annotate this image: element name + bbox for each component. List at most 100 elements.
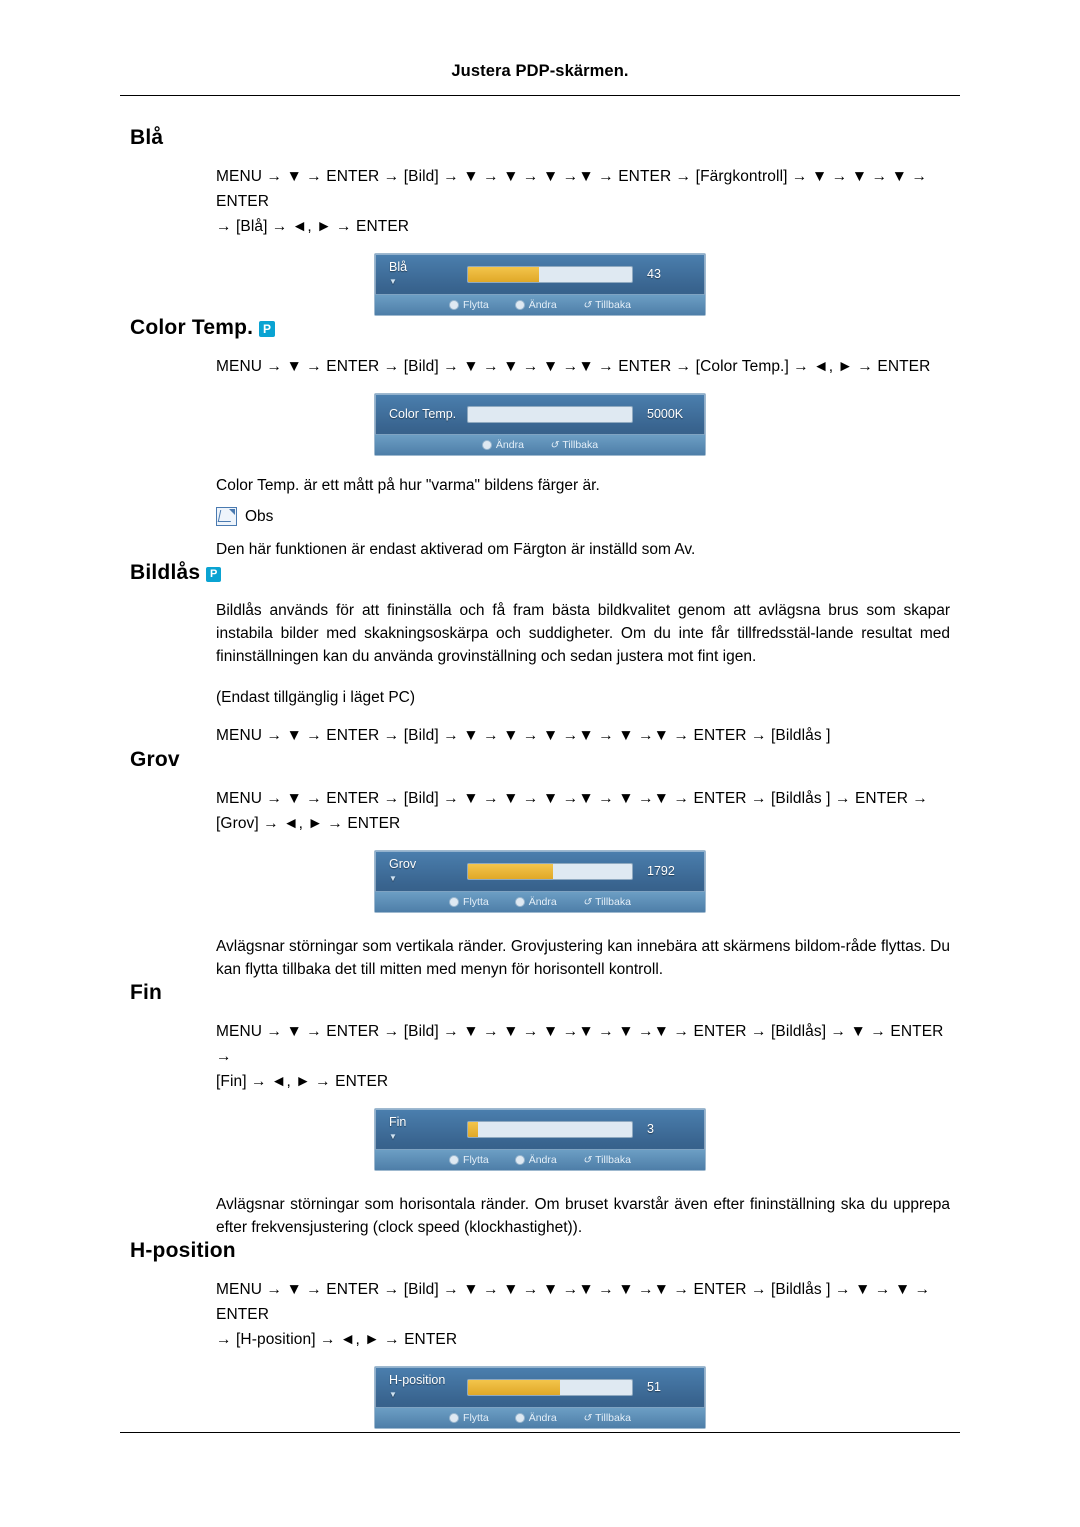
osd-panel-bla: Blå ▼ 43 Flytta Ändra ↺ Tillbaka [374, 253, 706, 316]
osd-footer-grov: Flytta Ändra ↺ Tillbaka [375, 891, 705, 912]
move-icon [449, 1413, 460, 1423]
osd-footer-bla: Flytta Ändra ↺ Tillbaka [375, 294, 705, 315]
osd-label-bla: Blå ▼ [389, 259, 467, 288]
osd-hint-change-color-temp: Ändra [481, 439, 524, 451]
osd-fin: Fin ▼ 3 Flytta Ändra ↺ Tillbaka [120, 1108, 960, 1171]
osd-slider-fill-fin [468, 1121, 478, 1137]
pc-badge-icon: P [259, 321, 276, 337]
osd-label-text-h-position: H-position [389, 1372, 446, 1387]
note-label: Obs [245, 507, 274, 525]
osd-hint-return-color-temp: ↺ Tillbaka [550, 439, 598, 451]
osd-row-grov: Grov ▼ 1792 [375, 851, 705, 891]
return-icon: ↺ [582, 1154, 592, 1166]
osd-hint-change-label-color-temp: Ändra [495, 439, 524, 451]
osd-footer-fin: Flytta Ändra ↺ Tillbaka [375, 1149, 705, 1170]
change-icon [514, 897, 525, 907]
section-body-h-position: MENU → ▼ → ENTER → [Bild] → ▼ → ▼ → ▼ →▼… [216, 1277, 950, 1352]
osd-slider-bla[interactable] [467, 265, 633, 283]
osd-row-fin: Fin ▼ 3 [375, 1109, 705, 1149]
section-note-fin: Avlägsnar störningar som horisontala rän… [216, 1171, 950, 1239]
section-heading-fin: Fin [130, 981, 960, 1005]
osd-value-h-position: 51 [647, 1380, 661, 1394]
bildlas-availability: (Endast tillgänglig i läget PC) [216, 689, 416, 706]
osd-hint-change-grov: Ändra [514, 896, 557, 908]
section-heading-bla: Blå [130, 126, 960, 150]
section-heading-color-temp: Color Temp. P [130, 316, 960, 340]
osd-label-color-temp: Color Temp. [389, 407, 467, 421]
osd-footer-color-temp: Ändra ↺ Tillbaka [375, 434, 705, 455]
osd-value-fin: 3 [647, 1122, 654, 1136]
return-icon: ↺ [582, 1412, 592, 1424]
osd-panel-h-position: H-position ▼ 51 Flytta Ändra ↺ Tillbaka [374, 1366, 706, 1429]
section-title-bla: Blå [130, 126, 164, 149]
page-header: Justera PDP-skärmen. [451, 62, 629, 80]
osd-hint-move-label-h-position: Flytta [463, 1412, 489, 1424]
osd-footer-h-position: Flytta Ändra ↺ Tillbaka [375, 1407, 705, 1428]
section-body-color-temp: MENU → ▼ → ENTER → [Bild] → ▼ → ▼ → ▼ →▼… [216, 354, 950, 379]
osd-grov: Grov ▼ 1792 Flytta Ändra ↺ Tillbaka [120, 850, 960, 913]
section-title-bildlas: Bildlås [130, 561, 201, 584]
osd-hint-move-label-bla: Flytta [463, 299, 489, 311]
osd-hint-change-fin: Ändra [514, 1154, 557, 1166]
note-text-color-temp: Den här funktionen är endast aktiverad o… [216, 541, 696, 558]
section-body-grov: MENU → ▼ → ENTER → [Bild] → ▼ → ▼ → ▼ →▼… [216, 786, 950, 836]
bildlas-description: Bildlås används för att fininställa och … [216, 602, 950, 665]
chevron-down-icon: ▼ [389, 1389, 397, 1399]
move-icon [449, 1155, 460, 1165]
note-block-color-temp: Obs [216, 507, 950, 526]
osd-value-grov: 1792 [647, 864, 675, 878]
osd-slider-color-temp[interactable] [467, 405, 633, 423]
osd-hint-move-bla: Flytta [449, 299, 489, 311]
document-page: Justera PDP-skärmen. Blå MENU → ▼ → ENTE… [0, 0, 1080, 1527]
change-icon [514, 1413, 525, 1423]
chevron-down-icon: ▼ [389, 1131, 397, 1141]
chevron-down-icon: ▼ [389, 276, 397, 286]
move-icon [449, 300, 460, 310]
osd-label-grov: Grov ▼ [389, 856, 467, 885]
color-temp-description: Color Temp. är ett mått på hur "varma" b… [216, 477, 600, 494]
menu-path-bla-line1: MENU → ▼ → ENTER → [Bild] → ▼ → ▼ → ▼ →▼… [216, 168, 928, 210]
osd-label-text-grov: Grov [389, 856, 417, 871]
menu-path-fin-line2: [Fin] → ◄, ► → ENTER [216, 1073, 389, 1090]
menu-path-color-temp: MENU → ▼ → ENTER → [Bild] → ▼ → ▼ → ▼ →▼… [216, 358, 931, 375]
section-body-fin: MENU → ▼ → ENTER → [Bild] → ▼ → ▼ → ▼ →▼… [216, 1019, 950, 1094]
chevron-down-icon: ▼ [389, 873, 397, 883]
osd-hint-move-grov: Flytta [449, 896, 489, 908]
osd-label-text-bla: Blå [389, 259, 408, 274]
menu-path-grov-line2: [Grov] → ◄, ► → ENTER [216, 815, 401, 832]
move-icon [449, 897, 460, 907]
osd-hint-return-fin: ↺ Tillbaka [583, 1154, 631, 1166]
section-note-grov: Avlägsnar störningar som vertikala rände… [216, 913, 950, 981]
change-icon [514, 1155, 525, 1165]
section-body-bildlas: Bildlås används för att fininställa och … [216, 599, 950, 748]
osd-hint-return-bla: ↺ Tillbaka [583, 299, 631, 311]
menu-path-bildlas: MENU → ▼ → ENTER → [Bild] → ▼ → ▼ → ▼ →▼… [216, 727, 831, 744]
section-body-bla: MENU → ▼ → ENTER → [Bild] → ▼ → ▼ → ▼ →▼… [216, 164, 950, 239]
return-icon: ↺ [549, 439, 559, 451]
osd-slider-h-position[interactable] [467, 1378, 633, 1396]
section-heading-bildlas: Bildlås P [130, 561, 960, 585]
menu-path-h-position-line2: → [H-position] → ◄, ► → ENTER [216, 1331, 458, 1348]
osd-hint-return-label-fin: Tillbaka [595, 1154, 631, 1166]
osd-bla: Blå ▼ 43 Flytta Ändra ↺ Tillbaka [120, 253, 960, 316]
footer-divider [120, 1432, 960, 1433]
osd-hint-return-label-bla: Tillbaka [595, 299, 631, 311]
menu-path-bla-line2: → [Blå] → ◄, ► → ENTER [216, 218, 410, 235]
osd-hint-return-label-h-position: Tillbaka [595, 1412, 631, 1424]
menu-path-h-position-line1: MENU → ▼ → ENTER → [Bild] → ▼ → ▼ → ▼ →▼… [216, 1281, 931, 1323]
osd-hint-move-label-grov: Flytta [463, 896, 489, 908]
osd-hint-change-bla: Ändra [514, 299, 557, 311]
osd-row-color-temp: Color Temp. 5000K [375, 394, 705, 434]
section-title-grov: Grov [130, 748, 180, 771]
fin-description: Avlägsnar störningar som horisontala rän… [216, 1196, 950, 1236]
osd-label-text-fin: Fin [389, 1114, 407, 1129]
osd-hint-change-label-grov: Ändra [528, 896, 557, 908]
osd-value-color-temp: 5000K [647, 407, 684, 421]
menu-path-grov-line1: MENU → ▼ → ENTER → [Bild] → ▼ → ▼ → ▼ →▼… [216, 790, 929, 807]
osd-row-bla: Blå ▼ 43 [375, 254, 705, 294]
return-icon: ↺ [582, 896, 592, 908]
osd-slider-fin[interactable] [467, 1120, 633, 1138]
grov-description: Avlägsnar störningar som vertikala rände… [216, 938, 950, 978]
osd-slider-grov[interactable] [467, 862, 633, 880]
osd-row-h-position: H-position ▼ 51 [375, 1367, 705, 1407]
